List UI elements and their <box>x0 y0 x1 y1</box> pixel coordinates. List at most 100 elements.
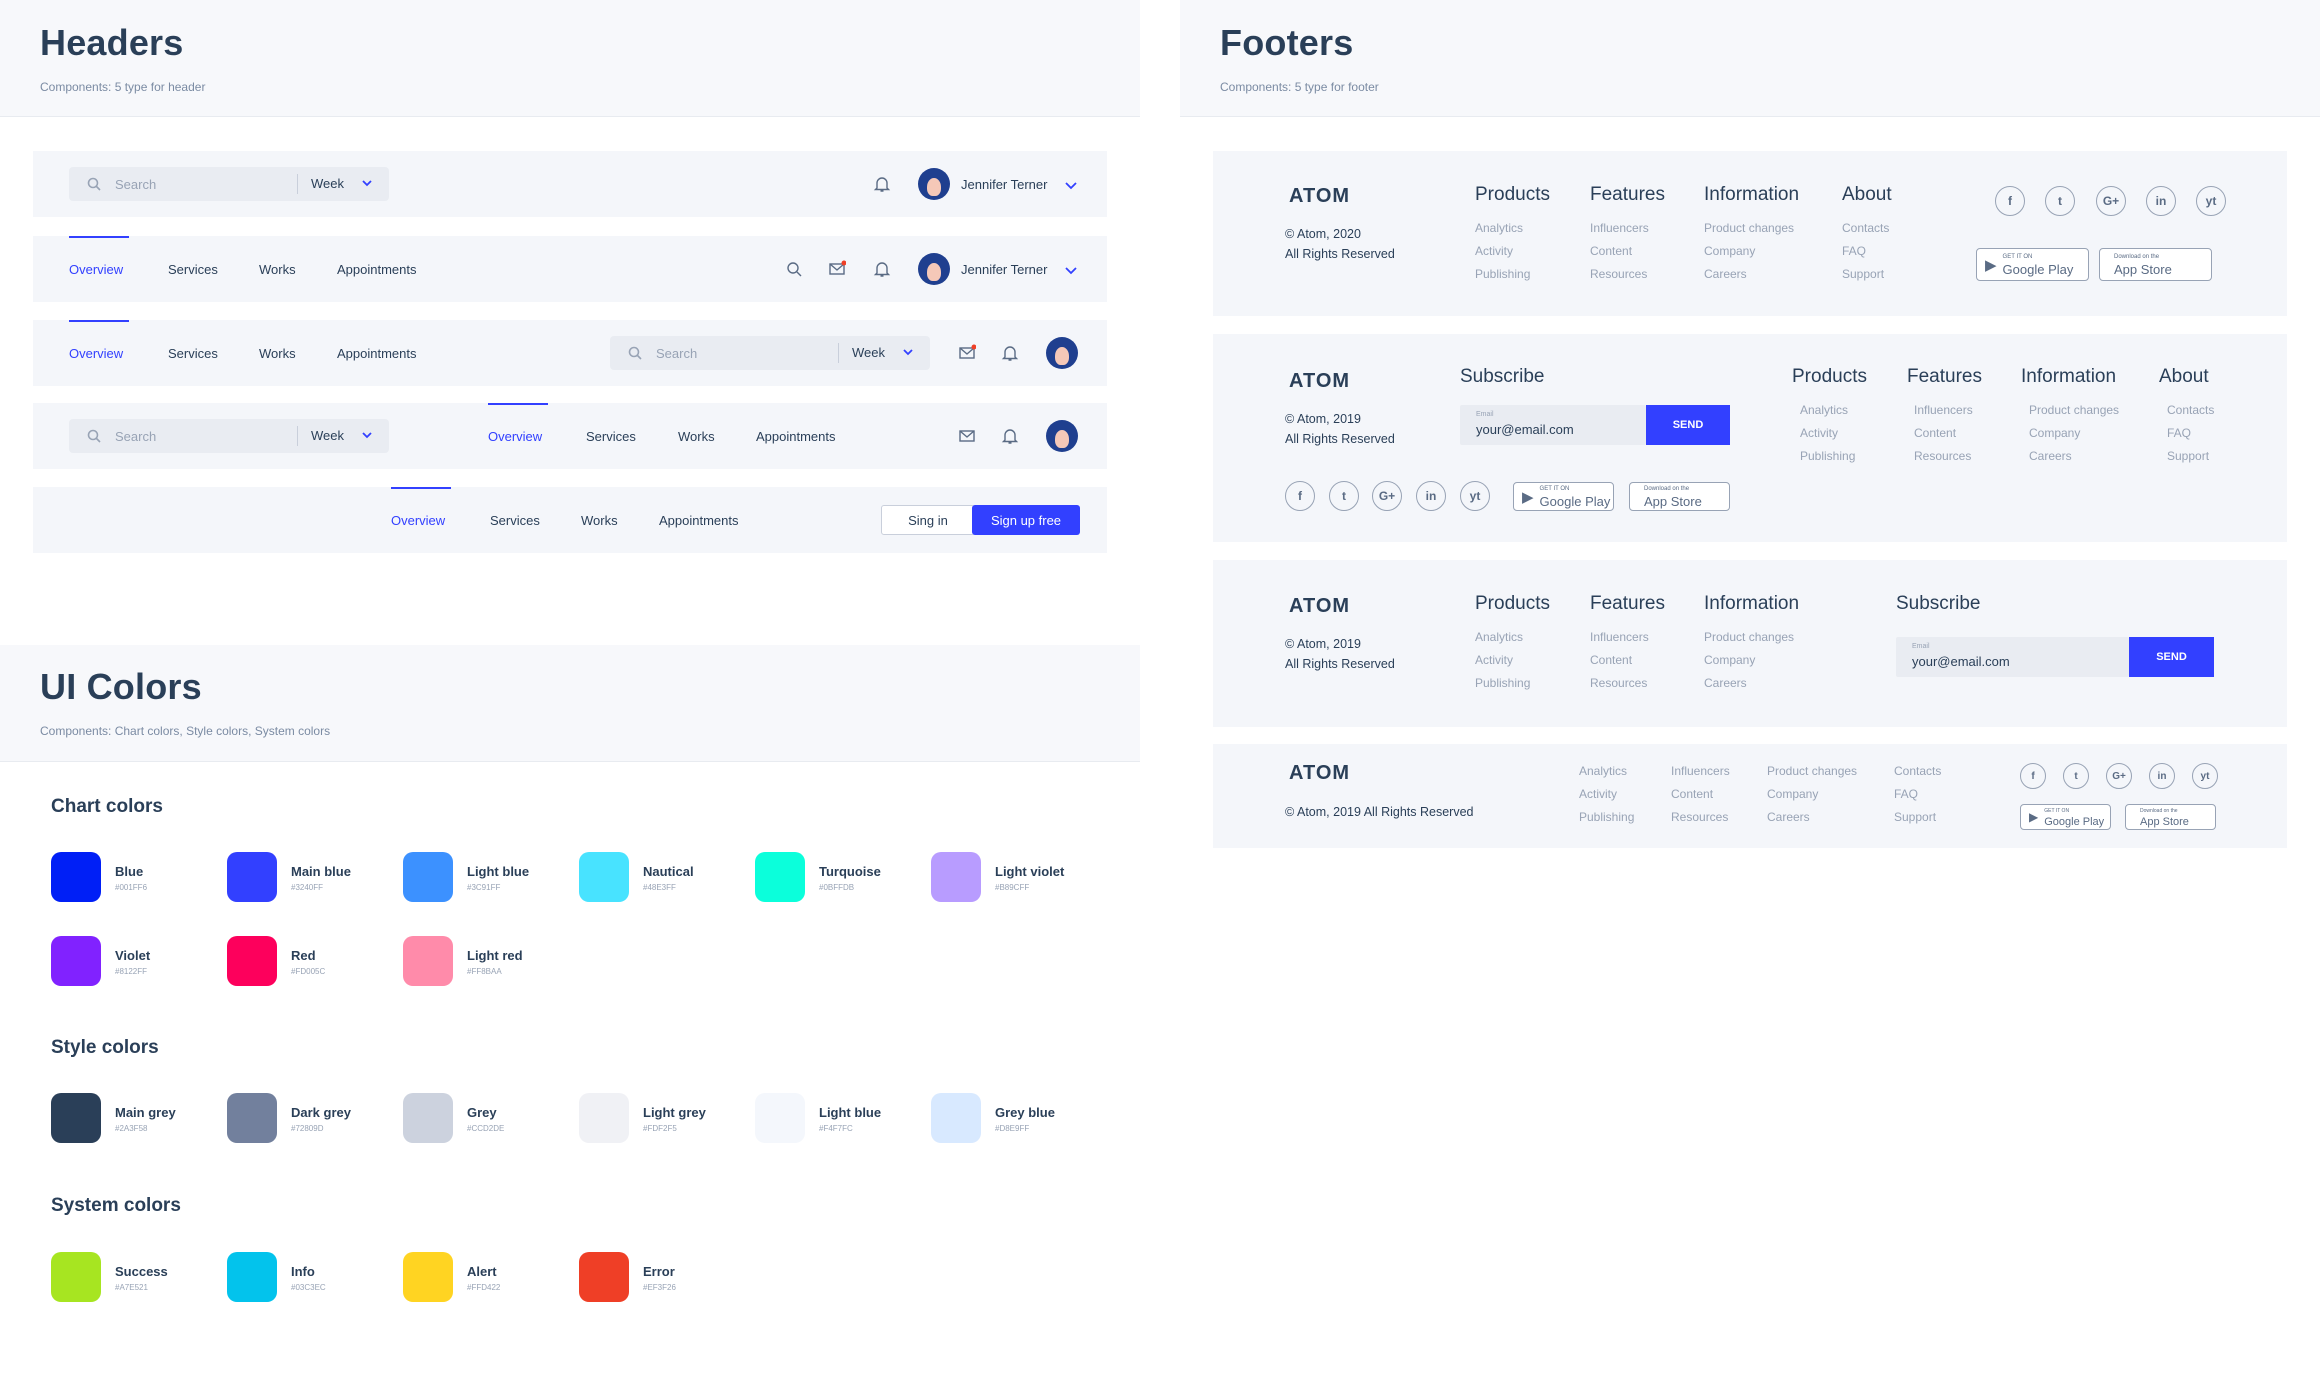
link-company[interactable]: Company <box>1704 240 1794 263</box>
bell-icon[interactable] <box>873 260 891 278</box>
link-activity[interactable]: Activity <box>1800 422 1855 445</box>
week-select[interactable]: Week <box>311 176 344 191</box>
link-content[interactable]: Content <box>1671 783 1730 806</box>
user-name[interactable]: Jennifer Terner <box>961 177 1047 192</box>
tab-overview[interactable]: Overview <box>69 346 123 361</box>
send-button[interactable]: SEND <box>1646 405 1730 445</box>
app-store-button[interactable]: Download on the App Store <box>2125 804 2216 830</box>
search-input[interactable]: Search Week <box>69 419 389 453</box>
youtube-icon[interactable]: yt <box>1460 481 1490 511</box>
link-product-changes[interactable]: Product changes <box>1704 217 1794 240</box>
link-contacts[interactable]: Contacts <box>2167 399 2214 422</box>
twitter-icon[interactable]: t <box>2063 763 2089 789</box>
link-analytics[interactable]: Analytics <box>1800 399 1855 422</box>
link-publishing[interactable]: Publishing <box>1800 445 1855 468</box>
link-company[interactable]: Company <box>1704 649 1794 672</box>
avatar[interactable] <box>1046 420 1078 452</box>
sign-up-button[interactable]: Sign up free <box>972 505 1080 535</box>
google-play-button[interactable]: ▶ GET IT ON Google Play <box>1513 482 1614 511</box>
link-activity[interactable]: Activity <box>1579 783 1634 806</box>
tab-works[interactable]: Works <box>581 513 618 528</box>
link-publishing[interactable]: Publishing <box>1475 672 1530 695</box>
link-content[interactable]: Content <box>1914 422 1973 445</box>
week-select[interactable]: Week <box>311 428 344 443</box>
tab-appointments[interactable]: Appointments <box>337 262 417 277</box>
mail-icon[interactable] <box>828 260 846 278</box>
tab-appointments[interactable]: Appointments <box>337 346 417 361</box>
chevron-down-icon[interactable] <box>1062 261 1080 279</box>
tab-overview[interactable]: Overview <box>488 429 542 444</box>
link-influencers[interactable]: Influencers <box>1590 626 1649 649</box>
link-careers[interactable]: Careers <box>1704 672 1794 695</box>
sign-in-button[interactable]: Sing in <box>881 505 975 535</box>
youtube-icon[interactable]: yt <box>2196 186 2226 216</box>
link-support[interactable]: Support <box>2167 445 2214 468</box>
search-input[interactable]: Search Week <box>69 167 389 201</box>
link-influencers[interactable]: Influencers <box>1671 760 1730 783</box>
mail-icon[interactable] <box>958 344 976 362</box>
link-product-changes[interactable]: Product changes <box>1767 760 1857 783</box>
linkedin-icon[interactable]: in <box>2149 763 2175 789</box>
link-company[interactable]: Company <box>1767 783 1857 806</box>
email-field[interactable]: Email your@email.com <box>1460 405 1646 445</box>
tab-services[interactable]: Services <box>490 513 540 528</box>
tab-services[interactable]: Services <box>168 346 218 361</box>
tab-appointments[interactable]: Appointments <box>756 429 836 444</box>
chevron-down-icon[interactable] <box>361 430 373 440</box>
bell-icon[interactable] <box>1001 427 1019 445</box>
user-name[interactable]: Jennifer Terner <box>961 262 1047 277</box>
tab-services[interactable]: Services <box>168 262 218 277</box>
google-play-button[interactable]: ▶ GET IT ON Google Play <box>2020 804 2111 830</box>
week-select[interactable]: Week <box>852 345 885 360</box>
app-store-button[interactable]: Download on the App Store <box>1629 482 1730 511</box>
chevron-down-icon[interactable] <box>902 347 914 357</box>
link-resources[interactable]: Resources <box>1590 263 1649 286</box>
tab-works[interactable]: Works <box>259 262 296 277</box>
youtube-icon[interactable]: yt <box>2192 763 2218 789</box>
avatar[interactable] <box>918 253 950 285</box>
link-resources[interactable]: Resources <box>1590 672 1649 695</box>
tab-overview[interactable]: Overview <box>391 513 445 528</box>
search-input[interactable]: Search Week <box>610 336 930 370</box>
link-faq[interactable]: FAQ <box>1894 783 1941 806</box>
linkedin-icon[interactable]: in <box>1416 481 1446 511</box>
tab-works[interactable]: Works <box>678 429 715 444</box>
avatar[interactable] <box>1046 337 1078 369</box>
facebook-icon[interactable]: f <box>2020 763 2046 789</box>
link-careers[interactable]: Careers <box>1704 263 1794 286</box>
link-faq[interactable]: FAQ <box>2167 422 2214 445</box>
link-contacts[interactable]: Contacts <box>1842 217 1889 240</box>
search-icon[interactable] <box>785 260 803 278</box>
link-product-changes[interactable]: Product changes <box>1704 626 1794 649</box>
link-support[interactable]: Support <box>1842 263 1889 286</box>
tab-overview[interactable]: Overview <box>69 262 123 277</box>
link-careers[interactable]: Careers <box>1767 806 1857 829</box>
google-plus-icon[interactable]: G+ <box>2106 763 2132 789</box>
link-product-changes[interactable]: Product changes <box>2029 399 2119 422</box>
app-store-button[interactable]: Download on the App Store <box>2099 248 2212 281</box>
link-faq[interactable]: FAQ <box>1842 240 1889 263</box>
google-plus-icon[interactable]: G+ <box>2096 186 2126 216</box>
tab-appointments[interactable]: Appointments <box>659 513 739 528</box>
google-plus-icon[interactable]: G+ <box>1372 481 1402 511</box>
email-field[interactable]: Email your@email.com <box>1896 637 2129 677</box>
google-play-button[interactable]: ▶ GET IT ON Google Play <box>1976 248 2089 281</box>
bell-icon[interactable] <box>1001 344 1019 362</box>
twitter-icon[interactable]: t <box>1329 481 1359 511</box>
link-company[interactable]: Company <box>2029 422 2119 445</box>
facebook-icon[interactable]: f <box>1285 481 1315 511</box>
link-contacts[interactable]: Contacts <box>1894 760 1941 783</box>
link-analytics[interactable]: Analytics <box>1579 760 1634 783</box>
link-resources[interactable]: Resources <box>1914 445 1973 468</box>
link-influencers[interactable]: Influencers <box>1590 217 1649 240</box>
link-analytics[interactable]: Analytics <box>1475 217 1530 240</box>
facebook-icon[interactable]: f <box>1995 186 2025 216</box>
chevron-down-icon[interactable] <box>1062 176 1080 194</box>
bell-icon[interactable] <box>873 175 891 193</box>
tab-works[interactable]: Works <box>259 346 296 361</box>
link-content[interactable]: Content <box>1590 240 1649 263</box>
mail-icon[interactable] <box>958 427 976 445</box>
link-publishing[interactable]: Publishing <box>1475 263 1530 286</box>
linkedin-icon[interactable]: in <box>2146 186 2176 216</box>
link-influencers[interactable]: Influencers <box>1914 399 1973 422</box>
